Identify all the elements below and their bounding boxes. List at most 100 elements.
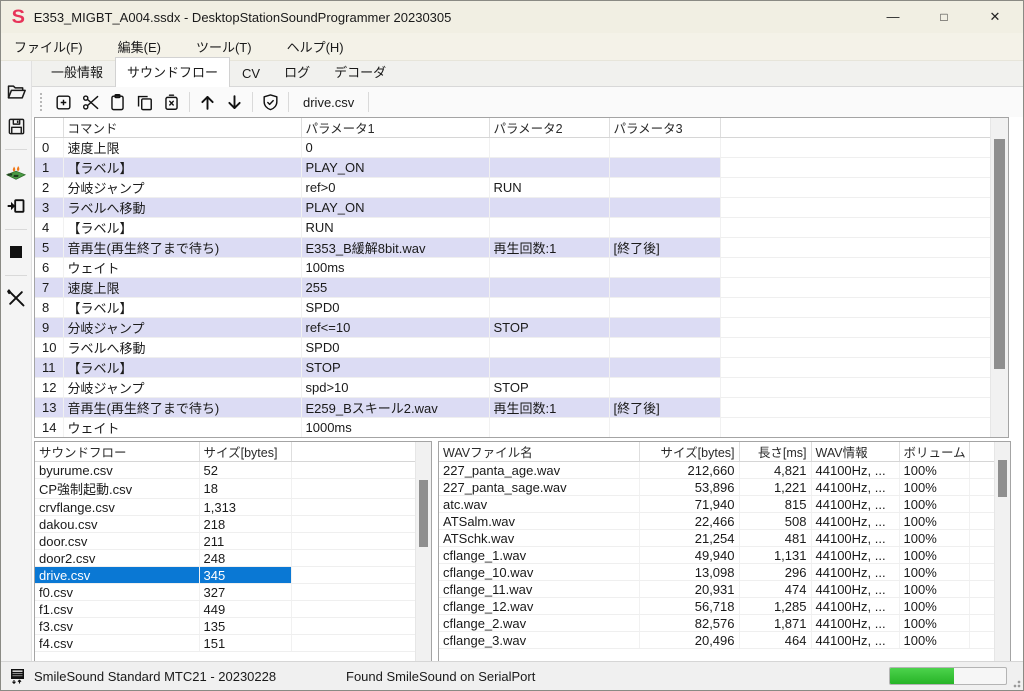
tab-sound-flow[interactable]: サウンドフロー [115,57,230,87]
col-wav-info[interactable]: WAV情報 [811,442,899,462]
tab-decoder[interactable]: デコーダ [322,57,398,86]
wav-file-row[interactable]: ATSalm.wav22,46650844100Hz, ...100% [439,513,994,530]
scrollbar-thumb[interactable] [994,139,1005,369]
tab-log[interactable]: ログ [272,57,322,86]
col-flow-size[interactable]: サイズ[bytes] [199,442,291,462]
command-row[interactable]: 7速度上限255 [35,278,990,298]
toolbar-separator [252,92,253,112]
stop-button[interactable] [2,237,30,267]
command-row[interactable]: 14ウェイト1000ms [35,418,990,438]
col-param1[interactable]: パラメータ1 [301,118,489,138]
command-table: コマンド パラメータ1 パラメータ2 パラメータ3 0速度上限01【ラベル】PL… [35,118,990,438]
command-table-scrollbar[interactable] [990,118,1008,437]
export-to-decoder-button[interactable] [2,191,30,221]
menu-edit[interactable]: 編集(E) [105,37,174,56]
wav-file-row[interactable]: atc.wav71,94081544100Hz, ...100% [439,496,994,513]
col-wav-length[interactable]: 長さ[ms] [739,442,811,462]
command-row[interactable]: 4【ラベル】RUN [35,218,990,238]
wav-file-row[interactable]: ATSchk.wav21,25448144100Hz, ...100% [439,530,994,547]
command-row[interactable]: 8【ラベル】SPD0 [35,298,990,318]
wav-file-row[interactable]: cflange_12.wav56,7181,28544100Hz, ...100… [439,598,994,615]
flow-file-row[interactable]: door.csv211 [35,533,415,550]
move-down-button[interactable] [221,89,248,115]
menu-tools[interactable]: ツール(T) [183,37,265,56]
wav-file-table: WAVファイル名 サイズ[bytes] 長さ[ms] WAV情報 ボリューム 2… [439,442,994,649]
wav-file-list: WAVファイル名 サイズ[bytes] 長さ[ms] WAV情報 ボリューム 2… [438,441,1011,662]
write-decoder-button[interactable] [2,157,30,187]
paste-button[interactable] [104,89,131,115]
command-row[interactable]: 0速度上限0 [35,138,990,158]
command-row[interactable]: 12分岐ジャンプspd>10STOP [35,378,990,398]
connection-status-text: Found SmileSound on SerialPort [346,669,535,684]
col-filler [969,442,994,462]
wav-file-row[interactable]: cflange_1.wav49,9401,13144100Hz, ...100% [439,547,994,564]
flow-file-row[interactable]: CP強制起動.csv18 [35,479,415,499]
flow-file-row[interactable]: byurume.csv52 [35,462,415,479]
col-row-number[interactable] [35,118,63,138]
command-row[interactable]: 1【ラベル】PLAY_ON [35,158,990,178]
minimize-button[interactable]: — [870,1,916,32]
open-file-button[interactable] [2,77,30,107]
sidebar-separator [5,275,27,276]
wav-file-row[interactable]: cflange_3.wav20,49646444100Hz, ...100% [439,632,994,649]
toolbar-grip[interactable] [40,93,43,111]
save-button[interactable] [2,111,30,141]
wav-file-row[interactable]: cflange_11.wav20,93147444100Hz, ...100% [439,581,994,598]
command-row[interactable]: 15分岐ジャンプspd>0PLAY_ON [35,438,990,439]
verify-button[interactable] [257,89,284,115]
flow-file-row[interactable]: f4.csv151 [35,635,415,652]
close-button[interactable]: ✕ [972,1,1018,32]
wav-list-scrollbar[interactable] [994,442,1010,661]
command-row[interactable]: 2分岐ジャンプref>0RUN [35,178,990,198]
col-wav-volume[interactable]: ボリューム [899,442,969,462]
flow-file-row[interactable]: drive.csv345 [35,567,415,584]
flow-file-row[interactable]: f3.csv135 [35,618,415,635]
wav-file-row[interactable]: cflange_10.wav13,09829644100Hz, ...100% [439,564,994,581]
scrollbar-thumb[interactable] [998,460,1007,497]
cut-button[interactable] [77,89,104,115]
move-up-button[interactable] [194,89,221,115]
command-row[interactable]: 10ラベルへ移動SPD0 [35,338,990,358]
wav-file-row[interactable]: 227_panta_age.wav212,6604,82144100Hz, ..… [439,462,994,479]
scrollbar-thumb[interactable] [419,480,428,547]
col-flow-name[interactable]: サウンドフロー [35,442,199,462]
command-row[interactable]: 3ラベルへ移動PLAY_ON [35,198,990,218]
delete-row-button[interactable] [158,89,185,115]
sidebar-separator [5,229,27,230]
move-down-icon [225,93,244,112]
menu-help[interactable]: ヘルプ(H) [274,37,357,56]
wav-file-row[interactable]: cflange_2.wav82,5761,87144100Hz, ...100% [439,615,994,632]
menu-file[interactable]: ファイル(F) [1,37,96,56]
write-decoder-icon [5,161,27,183]
col-command[interactable]: コマンド [63,118,301,138]
command-row[interactable]: 9分岐ジャンプref<=10STOP [35,318,990,338]
flow-file-row[interactable]: door2.csv248 [35,550,415,567]
resize-grip[interactable] [1011,678,1021,688]
titlebar: S E353_MIGBT_A004.ssdx - DesktopStationS… [1,1,1023,33]
command-row[interactable]: 5音再生(再生終了まで待ち)E353_B緩解8bit.wav再生回数:1[終了後… [35,238,990,258]
command-row[interactable]: 6ウェイト100ms [35,258,990,278]
wav-file-row[interactable]: 227_panta_sage.wav53,8961,22144100Hz, ..… [439,479,994,496]
col-filler [720,118,990,138]
window-controls: — □ ✕ [870,1,1023,33]
flow-file-row[interactable]: crvflange.csv1,313 [35,499,415,516]
col-wav-size[interactable]: サイズ[bytes] [639,442,739,462]
flow-file-row[interactable]: f1.csv449 [35,601,415,618]
tools-button[interactable] [2,283,30,313]
flow-file-row[interactable]: f0.csv327 [35,584,415,601]
col-param2[interactable]: パラメータ2 [489,118,609,138]
col-wav-name[interactable]: WAVファイル名 [439,442,639,462]
maximize-button[interactable]: □ [921,1,967,32]
progress-bar [889,667,1007,685]
flow-file-row[interactable]: dakou.csv218 [35,516,415,533]
command-row[interactable]: 13音再生(再生終了まで待ち)E259_Bスキール2.wav再生回数:1[終了後… [35,398,990,418]
tab-general-info[interactable]: 一般情報 [39,57,115,86]
copy-button[interactable] [131,89,158,115]
flow-list-scrollbar[interactable] [415,442,431,661]
add-row-button[interactable] [50,89,77,115]
command-row[interactable]: 11【ラベル】STOP [35,358,990,378]
tab-cv[interactable]: CV [230,61,272,86]
col-param3[interactable]: パラメータ3 [609,118,720,138]
toolbar-separator [189,92,190,112]
status-bar: SmileSound Standard MTC21 - 20230228 Fou… [1,661,1023,690]
